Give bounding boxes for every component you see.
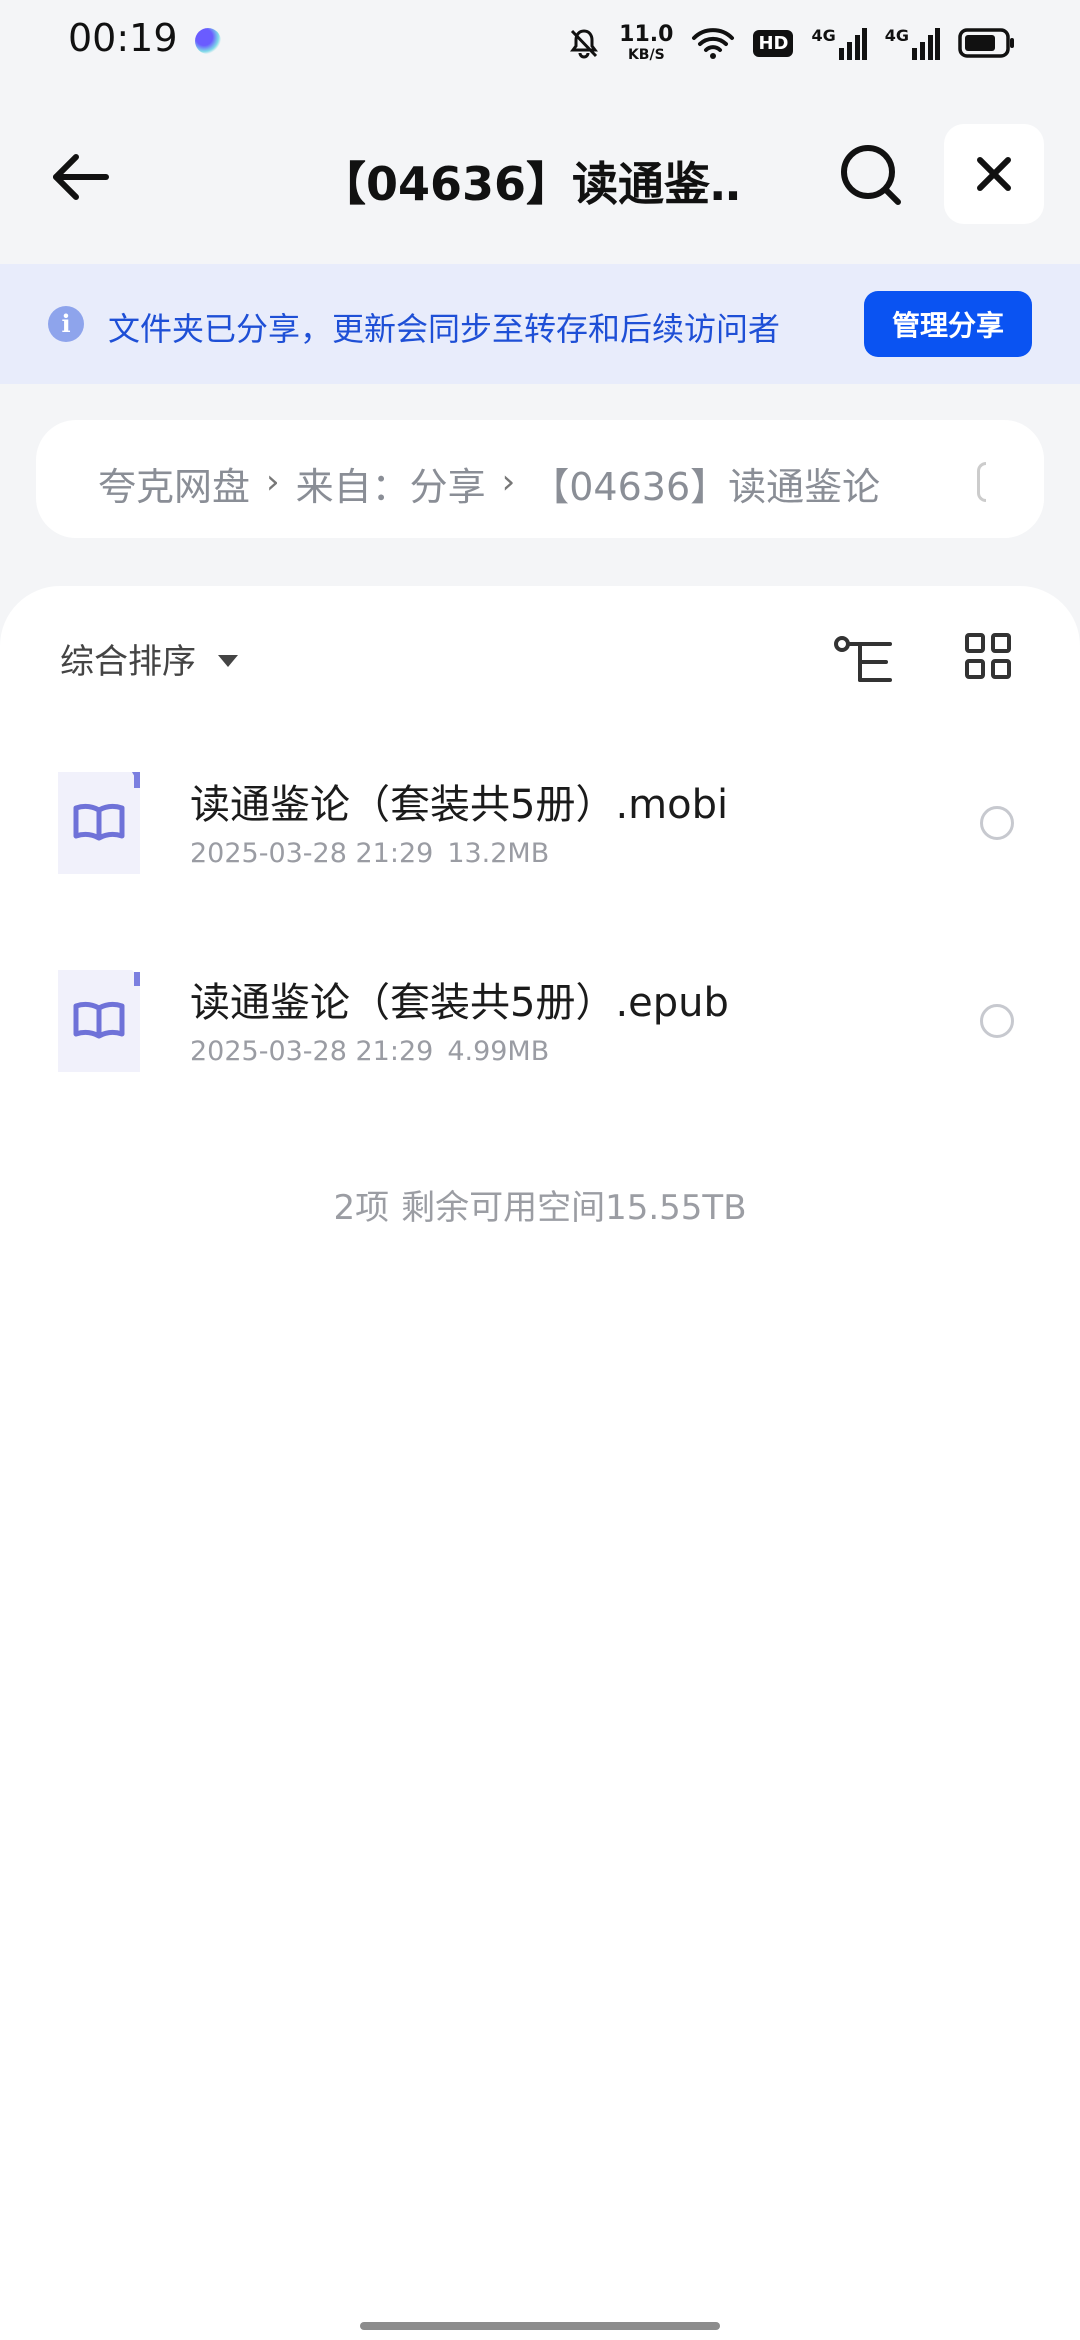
select-radio[interactable] bbox=[980, 806, 1014, 840]
app-notification-dot-icon bbox=[195, 28, 221, 54]
network-speed-unit: KB/S bbox=[627, 47, 665, 63]
battery-icon bbox=[958, 28, 1014, 58]
search-icon bbox=[841, 145, 901, 205]
file-list-item[interactable]: 读通鉴论（套装共5册）.mobi 2025-03-28 21:29 13.2MB bbox=[0, 750, 1080, 910]
mute-bell-icon bbox=[570, 29, 599, 59]
file-meta: 2025-03-28 21:29 4.99MB bbox=[190, 1036, 549, 1067]
signal-4g-icon: 4G bbox=[885, 26, 940, 60]
breadcrumb-item-root[interactable]: 夸克网盘 bbox=[98, 456, 250, 511]
home-indicator[interactable] bbox=[360, 2322, 720, 2330]
manage-share-button[interactable]: 管理分享 bbox=[864, 291, 1032, 357]
breadcrumb-item-current[interactable]: 【04636】读通鉴论 bbox=[531, 456, 880, 511]
file-name: 读通鉴论（套装共5册）.mobi bbox=[190, 782, 729, 828]
book-icon bbox=[58, 970, 140, 1072]
breadcrumb-overflow-icon bbox=[977, 462, 986, 502]
share-notice-text: 文件夹已分享，更新会同步至转存和后续访问者 bbox=[108, 310, 781, 348]
sort-dropdown[interactable]: 综合排序 bbox=[60, 634, 238, 683]
network-speed: 11.0 KB/S bbox=[619, 22, 674, 63]
share-notice-banner: i 文件夹已分享，更新会同步至转存和后续访问者 管理分享 bbox=[0, 264, 1080, 384]
file-date: 2025-03-28 21:29 bbox=[190, 1036, 434, 1067]
remaining-space: 剩余可用空间15.55TB bbox=[401, 1188, 747, 1228]
app-bar: 【04636】读通鉴… bbox=[0, 110, 1080, 240]
file-meta: 2025-03-28 21:29 13.2MB bbox=[190, 838, 549, 869]
network-speed-value: 11.0 bbox=[619, 22, 674, 47]
tree-structure-icon bbox=[834, 636, 892, 682]
file-size: 13.2MB bbox=[447, 838, 550, 869]
select-radio[interactable] bbox=[980, 1004, 1014, 1038]
breadcrumb-fade bbox=[964, 420, 1044, 538]
search-button[interactable] bbox=[836, 140, 906, 210]
caret-down-icon bbox=[218, 654, 238, 667]
storage-summary: 2项 剩余可用空间15.55TB bbox=[0, 1180, 1080, 1229]
chevron-right-icon: › bbox=[266, 461, 280, 502]
book-icon bbox=[58, 772, 140, 874]
page-title: 【04636】读通鉴… bbox=[320, 157, 740, 211]
item-count: 2项 bbox=[333, 1188, 390, 1228]
status-time: 00:19 bbox=[68, 16, 178, 60]
grid-icon bbox=[965, 633, 1011, 679]
back-button[interactable] bbox=[42, 140, 116, 214]
status-icons: 11.0 KB/S HD 4G 4G bbox=[567, 18, 1016, 68]
breadcrumb: 夸克网盘 › 来自：分享 › 【04636】读通鉴论 bbox=[36, 420, 1044, 538]
signal-network-label: 4G bbox=[811, 26, 836, 45]
file-list-panel: 综合排序 读通鉴论（套装共5册）.mobi 2025-03-28 21:29 1… bbox=[0, 586, 1080, 2340]
wifi-icon bbox=[692, 28, 735, 59]
info-icon: i bbox=[48, 306, 84, 342]
close-icon bbox=[977, 157, 1011, 191]
hd-voice-icon: HD bbox=[753, 29, 794, 57]
sort-label: 综合排序 bbox=[60, 642, 196, 682]
close-button[interactable] bbox=[944, 124, 1044, 224]
file-size: 4.99MB bbox=[447, 1036, 550, 1067]
status-bar: 00:19 11.0 KB/S HD 4G 4G bbox=[0, 0, 1080, 90]
breadcrumb-item-shared[interactable]: 来自：分享 bbox=[296, 456, 486, 511]
tree-view-button[interactable] bbox=[832, 630, 896, 694]
file-date: 2025-03-28 21:29 bbox=[190, 838, 434, 869]
file-list-item[interactable]: 读通鉴论（套装共5册）.epub 2025-03-28 21:29 4.99MB bbox=[0, 948, 1080, 1108]
signal-network-label: 4G bbox=[884, 26, 909, 45]
grid-view-button[interactable] bbox=[964, 632, 1012, 680]
signal-4g-icon: 4G bbox=[811, 26, 867, 60]
arrow-left-icon bbox=[53, 154, 109, 200]
file-name: 读通鉴论（套装共5册）.epub bbox=[190, 980, 729, 1026]
chevron-right-icon: › bbox=[501, 461, 516, 502]
